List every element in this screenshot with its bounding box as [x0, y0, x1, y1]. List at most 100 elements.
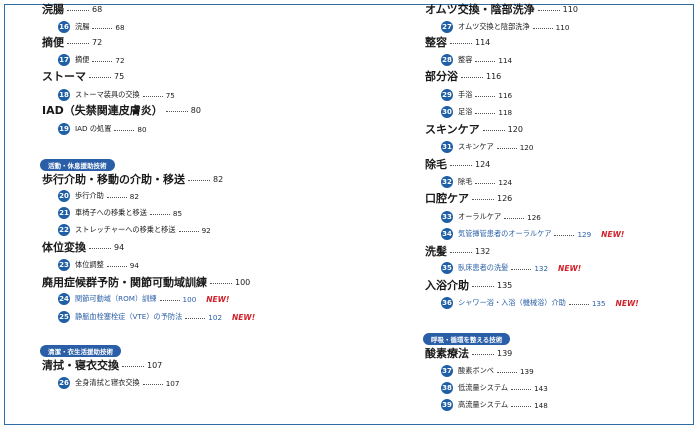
item-number-badge: 21 — [58, 207, 70, 219]
item-number-badge: 29 — [441, 89, 453, 101]
item-number-badge: 23 — [58, 259, 70, 271]
toc-heading-entry[interactable]: 除毛 124 — [425, 156, 490, 172]
item-number-badge: 39 — [441, 399, 453, 411]
toc-item-entry[interactable]: 27 オムツ交換と陰部洗浄 110 — [441, 20, 569, 34]
toc-heading-entry[interactable]: 体位変換 94 — [42, 239, 124, 255]
toc-item-entry[interactable]: 35 臥床患者の洗髪 132 NEW! — [441, 261, 581, 275]
toc-item-entry[interactable]: 30 足浴 118 — [441, 105, 512, 119]
new-badge: NEW! — [615, 298, 639, 308]
dot-leader — [67, 9, 89, 11]
item-number-badge: 22 — [58, 224, 70, 236]
item-number-badge: 30 — [441, 106, 453, 118]
page-number: 107 — [165, 378, 180, 388]
toc-item-entry[interactable]: 22 ストレッチャーへの移乗と移送 92 — [58, 223, 211, 237]
toc-item-entry[interactable]: 18 ストーマ装具の交換 75 — [58, 88, 175, 102]
item-number-badge: 24 — [58, 293, 70, 305]
toc-item-entry[interactable]: 29 手浴 116 — [441, 88, 512, 102]
toc-item-entry[interactable]: 17 摘便 72 — [58, 53, 125, 67]
dot-leader — [475, 182, 496, 184]
entry-title: 口腔ケア — [425, 192, 469, 205]
toc-heading-entry[interactable]: オムツ交換・陰部洗浄 110 — [425, 1, 578, 17]
toc-item-entry[interactable]: 36 シャワー浴・入浴（機械浴）介助 135 NEW! — [441, 296, 639, 310]
dot-leader — [92, 60, 113, 62]
toc-item-entry[interactable]: 32 除毛 124 — [441, 175, 512, 189]
dot-leader — [537, 9, 560, 11]
entry-title: 手浴 — [458, 90, 473, 99]
item-number-badge: 31 — [441, 141, 453, 153]
dot-leader — [114, 129, 135, 131]
item-number-badge: 16 — [58, 21, 70, 33]
toc-item-entry[interactable]: 28 整容 114 — [441, 53, 512, 67]
new-badge: NEW! — [558, 263, 582, 273]
toc-heading-entry[interactable]: 酸素療法 139 — [425, 345, 512, 361]
toc-heading-entry[interactable]: 口腔ケア 126 — [425, 190, 512, 206]
toc-item-entry[interactable]: 21 車椅子への移乗と移送 85 — [58, 206, 182, 220]
dot-leader — [472, 285, 494, 287]
toc-heading-entry[interactable]: スキンケア 120 — [425, 121, 523, 137]
entry-title: 浣腸 — [42, 3, 64, 16]
toc-item-entry[interactable]: 34 気管挿管患者のオーラルケア 129 NEW! — [441, 227, 624, 241]
page-number: 116 — [486, 71, 502, 81]
toc-item-entry[interactable]: 23 体位調整 94 — [58, 258, 139, 272]
toc-item-entry[interactable]: 38 低流量システム 143 — [441, 381, 548, 395]
dot-leader — [511, 268, 532, 270]
toc-item-entry[interactable]: 16 浣腸 68 — [58, 20, 125, 34]
dot-leader — [92, 27, 113, 29]
entry-title: 除毛 — [425, 158, 447, 171]
entry-title: 気管挿管患者のオーラルケア — [458, 229, 552, 238]
page-number: 132 — [475, 246, 491, 256]
dot-leader — [511, 405, 532, 407]
entry-title: 整容 — [458, 55, 473, 64]
page-number: 110 — [562, 4, 578, 14]
toc-heading-entry[interactable]: 廃用症候群予防・関節可動域訓練 100 — [42, 274, 250, 290]
toc-item-entry[interactable]: 26 全身清拭と寝衣交換 107 — [58, 376, 179, 390]
toc-heading-entry[interactable]: 整容 114 — [425, 34, 490, 50]
item-number-badge: 38 — [441, 382, 453, 394]
page-number: 82 — [213, 174, 224, 184]
page-number: 135 — [591, 298, 606, 308]
entry-title: 高流量システム — [458, 400, 509, 409]
item-number-badge: 32 — [441, 176, 453, 188]
page-number: 124 — [475, 159, 491, 169]
entry-title: 整容 — [425, 36, 447, 49]
entry-title: スキンケア — [425, 123, 480, 136]
toc-item-entry[interactable]: 37 酸素ボンベ 139 — [441, 364, 534, 378]
toc-heading-entry[interactable]: 部分浴 116 — [425, 68, 501, 84]
dot-leader — [106, 196, 127, 198]
toc-item-entry[interactable]: 39 高流量システム 148 — [441, 398, 548, 412]
toc-item-entry[interactable]: 25 静脈血栓塞栓症（VTE）の予防法 102 NEW! — [58, 310, 255, 324]
toc-item-entry[interactable]: 31 スキンケア 120 — [441, 140, 533, 154]
section-label: 呼吸・循環を整える技術 — [423, 333, 511, 345]
entry-title: 関節可動域（ROM）訓練 — [75, 294, 157, 303]
dot-leader — [165, 110, 188, 112]
dot-leader — [450, 42, 472, 44]
page-number: 129 — [577, 229, 592, 239]
entry-title: 歩行介助 — [75, 191, 104, 200]
dot-leader — [122, 365, 144, 367]
toc-heading-entry[interactable]: 清拭・寝衣交換 107 — [42, 357, 162, 373]
toc-item-entry[interactable]: 33 オーラルケア 126 — [441, 210, 541, 224]
page-number: 80 — [190, 105, 201, 115]
page-number: 82 — [129, 191, 139, 201]
entry-title: 静脈血栓塞栓症（VTE）の予防法 — [75, 312, 183, 321]
toc-item-entry[interactable]: 20 歩行介助 82 — [58, 189, 139, 203]
page-number: 94 — [129, 260, 139, 270]
page-number: 135 — [497, 280, 513, 290]
toc-heading-entry[interactable]: 浣腸 68 — [42, 1, 102, 17]
page-number: 75 — [165, 90, 175, 100]
entry-title: 入浴介助 — [425, 279, 469, 292]
toc-heading-entry[interactable]: 摘便 72 — [42, 34, 102, 50]
toc-item-entry[interactable]: 24 関節可動域（ROM）訓練 100 NEW! — [58, 292, 229, 306]
toc-heading-entry[interactable]: 入浴介助 135 — [425, 277, 512, 293]
toc-item-entry[interactable]: 19 IAD の処置 80 — [58, 122, 147, 136]
entry-title: IAD の処置 — [75, 124, 112, 133]
page-number: 120 — [507, 124, 523, 134]
toc-heading-entry[interactable]: ストーマ 75 — [42, 68, 124, 84]
entry-title: ストーマ — [42, 70, 86, 83]
toc-heading-entry[interactable]: 洗髪 132 — [425, 243, 490, 259]
page-number: 92 — [201, 225, 211, 235]
dot-leader — [496, 147, 517, 149]
toc-heading-entry[interactable]: IAD（失禁関連皮膚炎） 80 — [42, 102, 201, 118]
toc-heading-entry[interactable]: 歩行介助・移動の介助・移送 82 — [42, 171, 223, 187]
dot-leader — [475, 95, 496, 97]
